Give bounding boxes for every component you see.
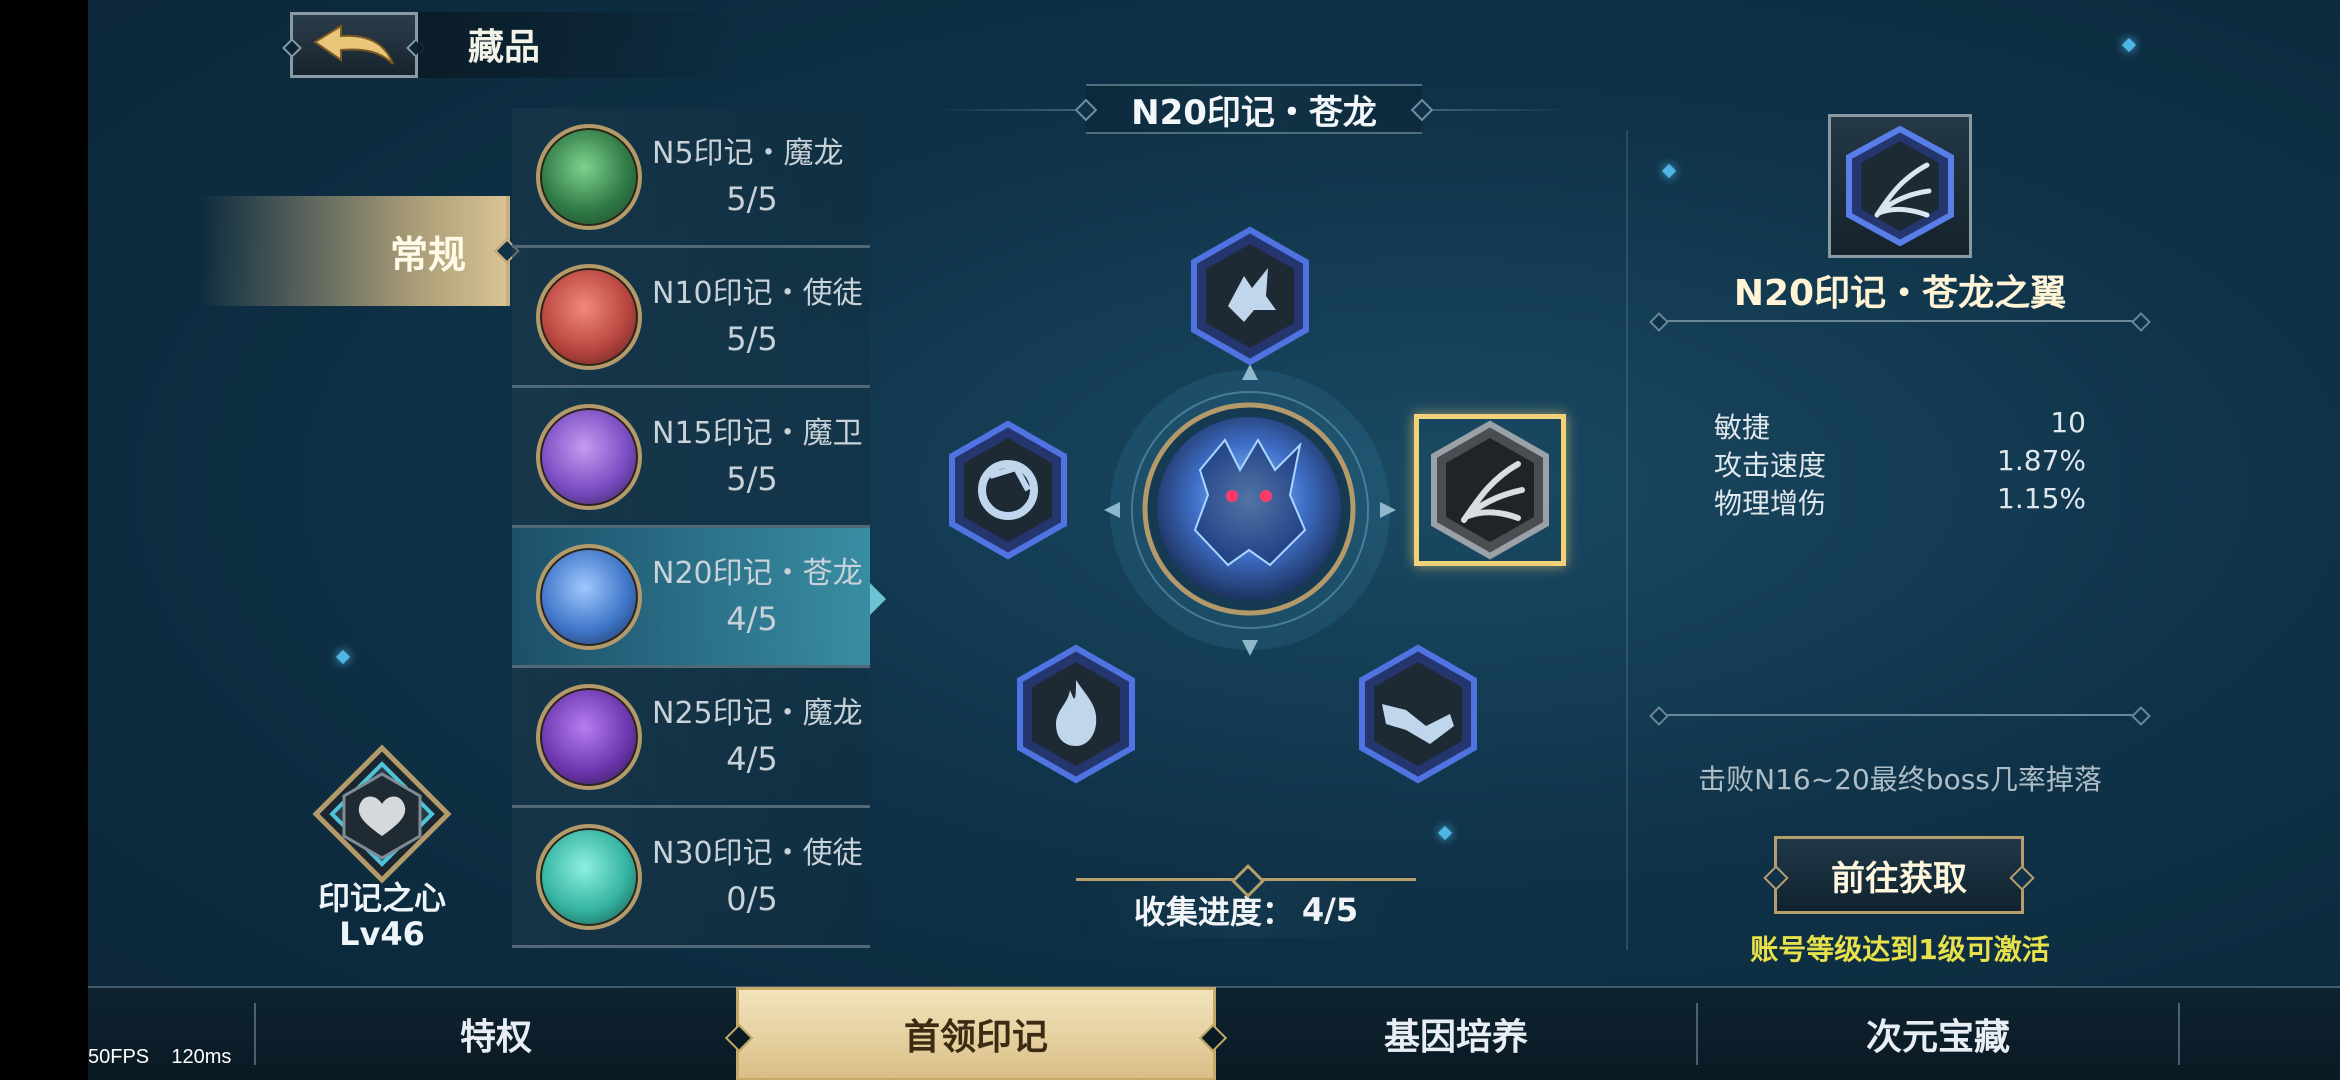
collection-progress-bar: 收集进度： 4/5 xyxy=(1076,878,1416,938)
stat-row: 物理增伤 1.15% xyxy=(1714,482,2086,522)
mark-name: N5印记・魔龙 xyxy=(652,136,844,171)
sparkle-decoration xyxy=(1661,163,1677,179)
boss-portrait-icon xyxy=(536,684,642,790)
mark-list: N5印记・魔龙 5/5 N10印记・使徒 5/5 N15印记・魔卫 5/5 N2… xyxy=(512,108,886,948)
tab-label: 首领印记 xyxy=(903,1017,1048,1058)
tab-dimension-treasure[interactable]: 次元宝藏 xyxy=(1698,987,2178,1080)
sparkle-decoration xyxy=(1437,825,1453,841)
mark-name: N15印记・魔卫 xyxy=(652,416,863,451)
stat-row: 敏捷 10 xyxy=(1714,406,2086,446)
boss-portrait-icon xyxy=(536,544,642,650)
dragon-head-piece-icon[interactable] xyxy=(1188,226,1312,366)
tab-label: 基因培养 xyxy=(1383,1017,1528,1058)
activation-requirement: 账号等级达到1级可激活 xyxy=(1750,933,2050,966)
heart-name: 印记之心 xyxy=(317,879,446,917)
heart-level: Lv46 xyxy=(339,915,425,953)
mark-list-item[interactable]: N10印记・使徒 5/5 xyxy=(512,248,870,388)
stat-value: 10 xyxy=(2050,406,2086,439)
center-mark-title: N20印记・苍龙 xyxy=(1086,84,1422,134)
ornament-divider xyxy=(1656,320,2144,322)
letterbox-left xyxy=(0,0,88,1080)
nav-separator xyxy=(2178,1003,2180,1065)
mark-list-item[interactable]: N15印记・魔卫 5/5 xyxy=(512,388,870,528)
go-obtain-button[interactable]: 前往获取 xyxy=(1774,836,2024,914)
mark-list-item[interactable]: N25印记・魔龙 4/5 xyxy=(512,668,870,808)
mark-list-item[interactable]: N30印记・使徒 0/5 xyxy=(512,808,870,948)
mark-progress: 4/5 xyxy=(726,600,778,638)
go-obtain-label: 前往获取 xyxy=(1831,858,1967,899)
mark-name: N20印记・苍龙 xyxy=(652,556,863,591)
tab-label: 特权 xyxy=(459,1017,532,1058)
boss-portrait-icon xyxy=(536,404,642,510)
progress-value: 4/5 xyxy=(1301,890,1359,929)
latency-readout: 120ms xyxy=(171,1046,232,1068)
fps-readout: 50FPS xyxy=(88,1046,150,1068)
header-bar xyxy=(418,12,738,78)
performance-overlay: 50FPS 120ms xyxy=(88,1046,231,1069)
progress-label: 收集进度： xyxy=(1133,892,1294,931)
dragon-claw-piece-icon[interactable] xyxy=(946,420,1070,560)
drop-source-note: 击败N16~20最终boss几率掉落 xyxy=(1698,763,2102,796)
back-arrow-icon xyxy=(313,24,394,65)
detail-piece-frame xyxy=(1828,114,1972,258)
mark-progress: 5/5 xyxy=(726,320,778,358)
mark-list-item-selected[interactable]: N20印记・苍龙 4/5 xyxy=(512,528,886,668)
boss-portrait-icon xyxy=(536,824,642,930)
category-tab-regular[interactable]: 常规 xyxy=(200,196,510,306)
category-tab-label: 常规 xyxy=(389,232,466,277)
mark-progress: 0/5 xyxy=(726,880,778,918)
stat-value: 1.87% xyxy=(1997,444,2086,477)
boss-portrait-icon xyxy=(536,124,642,230)
mark-progress: 5/5 xyxy=(726,180,778,218)
bottom-nav: 特权 首领印记 基因培养 次元宝藏 xyxy=(88,986,2340,1080)
center-title-text: N20印记・苍龙 xyxy=(1131,92,1377,133)
detail-piece-name: N20印记・苍龙之翼 xyxy=(1733,273,2067,314)
sparkle-decoration xyxy=(2121,37,2137,53)
tab-gene-cultivation[interactable]: 基因培养 xyxy=(1216,987,1696,1080)
stat-label: 敏捷 xyxy=(1714,411,1771,444)
stat-row: 攻击速度 1.87% xyxy=(1714,444,2086,484)
page-title: 藏品 xyxy=(468,27,541,68)
dragon-wing-detail-icon xyxy=(1846,125,1954,247)
panel-divider xyxy=(1626,130,1628,950)
dragon-heart-piece-icon[interactable] xyxy=(1014,644,1138,784)
title-line-right xyxy=(1430,109,1570,111)
mark-name: N30印记・使徒 xyxy=(652,836,863,871)
stat-value: 1.15% xyxy=(1997,482,2086,515)
boss-portrait-icon xyxy=(536,264,642,370)
back-button[interactable] xyxy=(290,12,418,78)
dragon-wing-piece-icon xyxy=(1431,420,1549,560)
tab-label: 次元宝藏 xyxy=(1865,1017,2010,1058)
heart-icon xyxy=(312,744,452,884)
mark-name: N10印记・使徒 xyxy=(652,276,863,311)
dragon-tail-piece-icon[interactable] xyxy=(1356,644,1480,784)
mark-list-item[interactable]: N5印记・魔龙 5/5 xyxy=(512,108,870,248)
sparkle-decoration xyxy=(335,649,351,665)
ornament-divider xyxy=(1656,714,2144,716)
heart-label: 印记之心 Lv46 xyxy=(288,880,476,952)
mark-progress: 4/5 xyxy=(726,740,778,778)
mark-name: N25印记・魔龙 xyxy=(652,696,863,731)
boss-core-icon xyxy=(1142,402,1356,616)
mark-heart-badge[interactable] xyxy=(312,744,452,884)
mark-progress: 5/5 xyxy=(726,460,778,498)
stat-label: 攻击速度 xyxy=(1714,449,1827,482)
tab-boss-mark[interactable]: 首领印记 xyxy=(736,987,1216,1080)
tab-privilege[interactable]: 特权 xyxy=(256,987,736,1080)
title-line-left xyxy=(936,109,1076,111)
stat-label: 物理增伤 xyxy=(1714,487,1827,520)
